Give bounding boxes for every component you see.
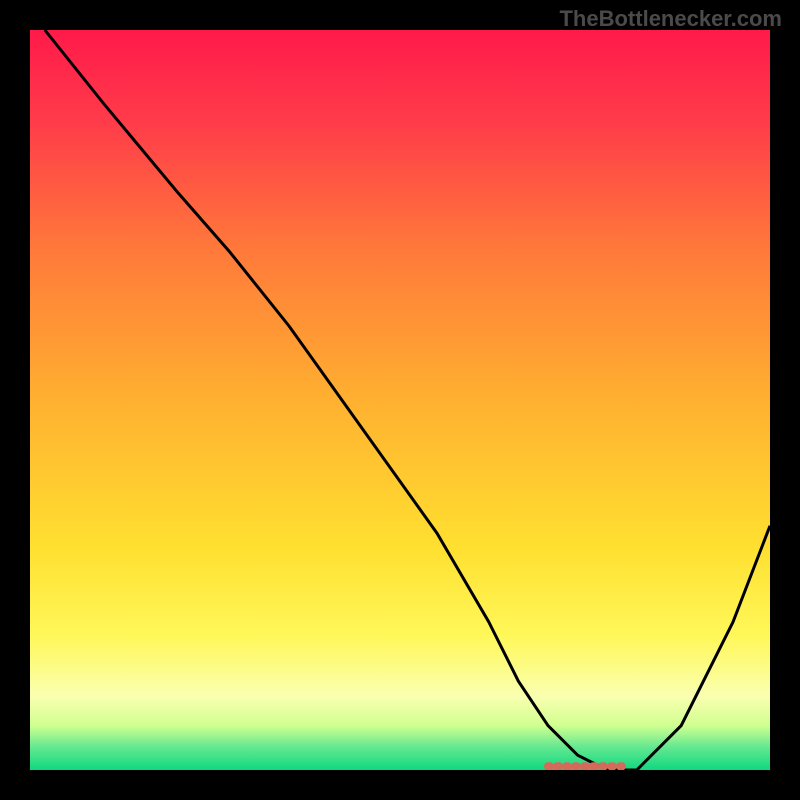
chart-background [30, 30, 770, 770]
watermark-text: TheBottlenecker.com [559, 6, 782, 32]
chart-svg [30, 30, 770, 770]
chart-plot-area [30, 30, 770, 770]
